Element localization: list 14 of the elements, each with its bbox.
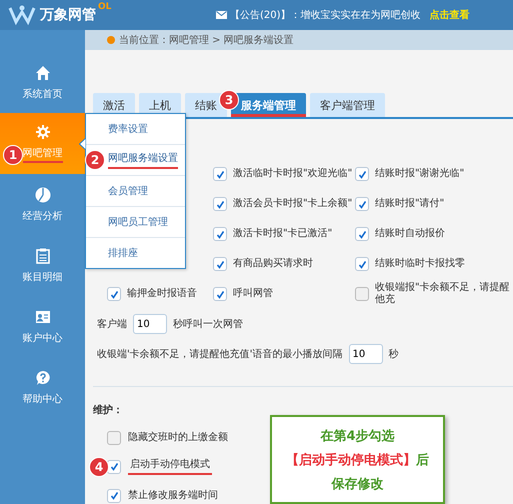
step-badge: 1 <box>3 145 23 165</box>
step-badge: 2 <box>85 150 105 170</box>
step-badge: 3 <box>219 90 239 110</box>
notice-text: 【公告(20)】：增收宝实实在在为网吧创收 <box>230 8 421 22</box>
field-unit: 秒 <box>388 348 398 361</box>
logo-text: 万象网管 <box>40 6 96 24</box>
field-label: 收银端'卡余额不足，请提醒他充值'语音的最小播放间隔 <box>97 348 342 361</box>
field-label: 客户端 <box>97 318 127 331</box>
instruction-callout: 在第4步勾选 【启动手动停电模式】后 保存修改 <box>270 415 445 504</box>
field-unit: 秒呼叫一次网管 <box>173 318 243 331</box>
step-badge: 4 <box>89 457 109 477</box>
breadcrumb: 当前位置：网吧管理 > 网吧服务端设置 <box>119 34 294 47</box>
logo-suffix: OL <box>98 2 112 12</box>
section-title: 维护： <box>93 403 124 417</box>
